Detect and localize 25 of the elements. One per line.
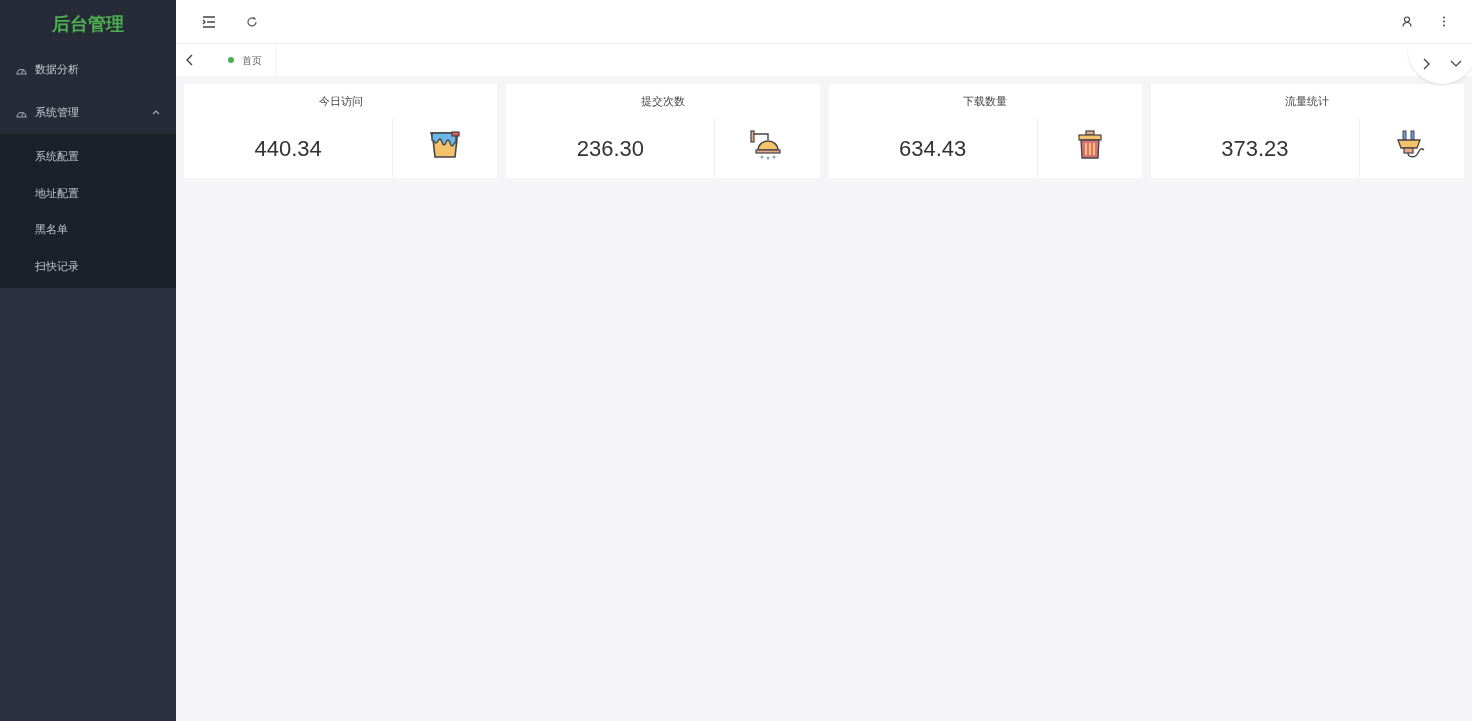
menu-item[interactable]: 数据分析 [0,48,176,91]
logo-text: 后台管理 [52,12,124,36]
card-title: 今日访问 [317,94,364,109]
scroll-right-icon[interactable] [1422,58,1430,70]
page-tab[interactable]: 首页 [214,44,277,76]
submenu-item[interactable]: 地址配置 [0,174,176,211]
submenu-item[interactable]: 黑名单 [0,211,176,248]
menu-item[interactable]: 系统管理 [0,91,176,134]
card-title: 下载数量 [962,94,1009,109]
scroll-left-icon[interactable] [186,54,194,66]
paint-bucket-icon [429,131,462,159]
card-title: 流量统计 [1284,94,1331,109]
submenu-item[interactable]: 扫快记录 [0,247,176,284]
card-title: 提交次数 [639,94,686,109]
stat-value: 634.43 [898,134,967,163]
menu-fold-icon[interactable] [202,15,216,28]
submenu-item[interactable]: 系统配置 [0,138,176,175]
dropdown-icon[interactable] [1450,60,1462,68]
stat-value: 440.34 [254,134,322,163]
user-icon[interactable] [1402,16,1412,27]
stat-value: 373.23 [1221,134,1289,163]
refresh-icon[interactable] [246,15,258,28]
more-icon[interactable] [1442,16,1446,27]
trash-icon [1077,130,1102,160]
stat-value: 236.30 [576,134,644,163]
